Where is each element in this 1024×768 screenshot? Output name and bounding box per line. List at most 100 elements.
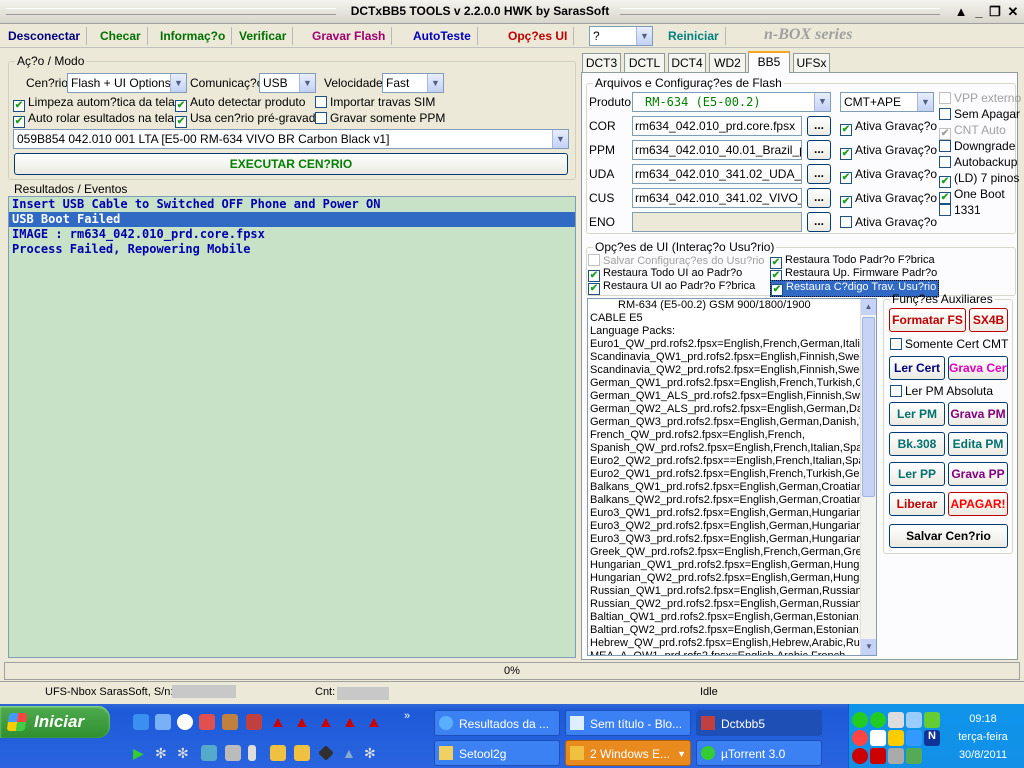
tab-dct3[interactable]: DCT3 [582, 53, 621, 72]
tab-dct4[interactable]: DCT4 [668, 53, 706, 72]
tray-icon[interactable] [906, 730, 922, 746]
tab-ufsx[interactable]: UFSx [793, 53, 830, 72]
task-utorrent[interactable]: µTorrent 3.0 [696, 740, 822, 766]
start-button[interactable]: Iniciar [0, 706, 110, 738]
comunicacao-select[interactable]: USB ▼ [259, 73, 316, 93]
expand-icon[interactable]: » [404, 710, 420, 726]
usa-cenario-checkbox[interactable]: ✔ Usa cen?rio pré-gravado [175, 112, 322, 128]
tray-icon[interactable] [852, 748, 868, 764]
app-icon[interactable]: ▲ [342, 745, 358, 761]
executar-cenario-button[interactable]: EXECUTAR CEN?RIO [14, 153, 568, 175]
verificar-button[interactable]: Verificar [233, 27, 294, 45]
task-resultados[interactable]: Resultados da ... [434, 710, 560, 736]
cenario-select[interactable]: Flash + UI Options ▼ [67, 73, 187, 93]
app-icon[interactable]: ▲ [366, 714, 382, 731]
task-windows-explorer-group[interactable]: 2 Windows E... ▼ [565, 740, 691, 766]
uda-browse-button[interactable]: ... [807, 164, 831, 184]
info-textbox[interactable]: RM-634 (E5-00.2) GSM 900/1800/1900 CABLE … [587, 298, 877, 656]
one-boot-checkbox[interactable]: ✔ One Boot [939, 188, 1005, 204]
restaura-ui-fabrica-checkbox[interactable]: ✔ Restaura UI ao Padr?o F?brica [588, 280, 755, 295]
mode-select[interactable]: CMT+APE ▼ [840, 92, 934, 112]
cor-ativa-checkbox[interactable]: ✔ Ativa Gravaç?o [840, 120, 937, 136]
ld-7-pinos-checkbox[interactable]: ✔ (LD) 7 pinos [939, 172, 1019, 188]
ler-pm-absoluta-checkbox[interactable]: Ler PM Absoluta [890, 385, 993, 398]
tray-icon[interactable] [870, 730, 886, 746]
cnt-auto-checkbox[interactable]: ✔ CNT Auto [939, 124, 1006, 140]
tab-bb5[interactable]: BB5 [748, 51, 790, 73]
tray-icon[interactable] [870, 748, 886, 764]
formatar-fs-button[interactable]: Formatar FS [889, 308, 966, 332]
tab-wd2[interactable]: WD2 [709, 53, 746, 72]
uda-file-input[interactable]: rm634_042.010_341.02_UDA_VI [632, 164, 802, 184]
media-icon[interactable] [177, 714, 193, 730]
liberar-button[interactable]: Liberar [889, 492, 945, 516]
1331-checkbox[interactable]: 1331 [939, 204, 981, 217]
tray-icon[interactable] [924, 712, 940, 728]
folder-icon[interactable] [294, 745, 310, 761]
app-icon[interactable]: ▲ [294, 714, 310, 731]
tray-icon[interactable] [906, 712, 922, 728]
tray-icon[interactable] [906, 748, 922, 764]
reiniciar-button[interactable]: Reiniciar [662, 27, 726, 45]
eno-ativa-checkbox[interactable]: Ativa Gravaç?o [840, 216, 937, 229]
tool2-icon[interactable] [246, 714, 262, 730]
app-icon[interactable]: ▲ [270, 714, 286, 731]
sem-apagar-checkbox[interactable]: Sem Apagar [939, 108, 1020, 121]
bk308-button[interactable]: Bk.308 [889, 432, 945, 456]
gravar-flash-button[interactable]: Gravar Flash [306, 27, 393, 45]
tray-icon[interactable] [888, 748, 904, 764]
autobackup-checkbox[interactable]: Autobackup [939, 156, 1017, 169]
tab-dctl[interactable]: DCTL [624, 53, 665, 72]
folder-icon[interactable] [270, 745, 286, 761]
help-select[interactable]: ? ▼ [589, 26, 653, 46]
ppm-ativa-checkbox[interactable]: ✔ Ativa Gravaç?o [840, 144, 937, 160]
ppm-browse-button[interactable]: ... [807, 140, 831, 160]
cus-ativa-checkbox[interactable]: ✔ Ativa Gravaç?o [840, 192, 937, 208]
vpp-externo-checkbox[interactable]: VPP externo [939, 92, 1021, 105]
info-scrollbar[interactable]: ▲ ▼ [860, 299, 876, 655]
apagar-button[interactable]: APAGAR! [948, 492, 1008, 516]
grava-pp-button[interactable]: Grava PP [948, 462, 1008, 486]
cor-browse-button[interactable]: ... [807, 116, 831, 136]
salvar-config-checkbox[interactable]: Salvar Configuraç?es do Usu?rio [588, 254, 764, 268]
product-select[interactable]: 059B854 042.010 001 LTA [E5-00 RM-634 VI… [13, 129, 569, 149]
clock-time[interactable]: 09:18 [948, 713, 1018, 725]
cus-file-input[interactable]: rm634_042.010_341.02_VIVO_B [632, 188, 802, 208]
eno-browse-button[interactable]: ... [807, 212, 831, 232]
informacao-button[interactable]: Informaç?o [154, 27, 233, 45]
tray-icon[interactable]: N [924, 730, 940, 746]
gravar-ppm-checkbox[interactable]: Gravar somente PPM [315, 112, 445, 125]
tray-icon[interactable] [888, 712, 904, 728]
close-icon[interactable]: ✕ [1004, 4, 1022, 20]
ppm-file-input[interactable]: rm634_042.010_40.01_Brazil_prd. [632, 140, 802, 160]
gear-icon[interactable]: ✻ [155, 745, 171, 761]
ler-cert-button[interactable]: Ler Cert [889, 356, 945, 380]
messenger-icon[interactable] [155, 714, 171, 730]
opcoes-ui-button[interactable]: Opç?es UI [502, 27, 575, 45]
importar-travas-checkbox[interactable]: Importar travas SIM [315, 96, 435, 109]
play-icon[interactable]: ▶ [133, 745, 149, 761]
task-dctxbb5[interactable]: Dctxbb5 [696, 710, 822, 736]
app-icon[interactable]: ▲ [342, 714, 358, 731]
app-icon[interactable] [201, 745, 217, 761]
checar-button[interactable]: Checar [94, 27, 148, 45]
task-setool2g[interactable]: Setool2g [434, 740, 560, 766]
produto-select[interactable]: RM-634 (E5-00.2) ▼ [632, 92, 831, 112]
velocidade-select[interactable]: Fast ▼ [382, 73, 444, 93]
task-notepad[interactable]: Sem título - Blo... [565, 710, 691, 736]
ie-icon[interactable] [133, 714, 149, 730]
scroll-up-icon[interactable]: ▲ [952, 4, 970, 20]
app-icon[interactable] [225, 745, 241, 761]
tray-icon[interactable] [870, 712, 886, 728]
cus-browse-button[interactable]: ... [807, 188, 831, 208]
maximize-icon[interactable]: ❐ [986, 4, 1004, 20]
auto-detectar-checkbox[interactable]: ✔ Auto detectar produto [175, 96, 305, 112]
opera-icon[interactable] [199, 714, 215, 730]
salvar-cenario-button[interactable]: Salvar Cen?rio [889, 524, 1008, 548]
scroll-up-arrow-icon[interactable]: ▲ [861, 299, 876, 315]
ler-pm-button[interactable]: Ler PM [889, 402, 945, 426]
results-log[interactable]: Insert USB Cable to Switched OFF Phone a… [8, 196, 576, 658]
grava-pm-button[interactable]: Grava PM [948, 402, 1008, 426]
grava-cert-button[interactable]: Grava Cert [948, 356, 1008, 380]
scroll-thumb[interactable] [862, 317, 875, 497]
